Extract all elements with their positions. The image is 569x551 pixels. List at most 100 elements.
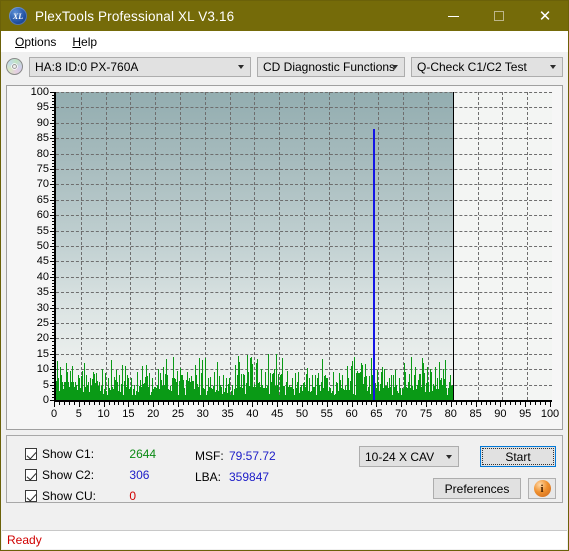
y-axis-minor-tick — [52, 264, 54, 266]
chart-bar-c1 — [221, 388, 223, 400]
x-axis-minor-tick — [430, 402, 432, 405]
y-axis-tick-label: 30 — [36, 301, 49, 314]
y-axis-minor-tick — [52, 227, 54, 229]
x-axis-minor-tick — [207, 402, 209, 405]
x-axis-minor-tick — [108, 402, 110, 405]
menu-item-help[interactable]: Help — [64, 33, 105, 51]
lba-value: 359847 — [229, 470, 270, 484]
chart-bar-c1 — [414, 388, 416, 400]
show-c1-checkbox[interactable] — [25, 448, 37, 460]
y-axis-tick — [50, 92, 54, 93]
chart-bar-c1 — [445, 394, 447, 400]
y-axis-minor-tick — [52, 347, 54, 349]
minimize-button[interactable] — [430, 1, 476, 31]
chart-bar-c1 — [346, 391, 348, 400]
gridline-horizontal — [56, 369, 552, 371]
chart-bar-c1 — [424, 392, 426, 400]
y-axis-tick — [50, 292, 54, 294]
y-axis-tick-label: 100 — [30, 86, 49, 98]
chart-bar-c1 — [175, 386, 177, 400]
chart-bar-c1 — [422, 386, 424, 400]
x-axis-minor-tick — [495, 402, 497, 405]
drive-select[interactable]: HA:8 ID:0 PX-760A — [29, 56, 251, 77]
chart-bar-c1 — [183, 380, 185, 400]
chevron-down-icon — [238, 64, 245, 69]
chart-bar-c1 — [283, 393, 285, 400]
start-button[interactable]: Start — [480, 446, 556, 467]
chart-bar-c1 — [197, 387, 199, 400]
x-axis-minor-tick — [138, 402, 140, 405]
chart-bar-c1 — [393, 387, 395, 400]
x-axis-minor-tick — [68, 402, 70, 405]
y-axis-minor-tick — [52, 150, 54, 152]
y-axis-tick-label: 70 — [36, 178, 49, 191]
chart-bar-c1 — [102, 386, 104, 400]
x-axis-minor-tick — [361, 402, 363, 405]
chart-bar-c1 — [408, 393, 410, 400]
y-axis-minor-tick — [52, 125, 54, 127]
chart-bar-c1 — [231, 394, 233, 400]
chart-bar-c1 — [359, 373, 361, 400]
test-select[interactable]: Q-Check C1/C2 Test — [411, 56, 563, 77]
x-axis-minor-tick — [287, 402, 289, 405]
x-axis-minor-tick — [187, 402, 189, 405]
y-axis-tick — [50, 384, 54, 386]
chart-bar-c1 — [404, 388, 406, 400]
show-cu-checkbox[interactable] — [25, 490, 37, 502]
x-axis-minor-tick — [520, 402, 522, 405]
x-axis-minor-tick — [331, 402, 333, 405]
info-button[interactable]: i — [528, 478, 556, 499]
chart-bar-c1 — [401, 391, 403, 400]
x-axis-minor-tick — [535, 402, 537, 405]
preferences-button[interactable]: Preferences — [433, 478, 521, 499]
chart-bar-c1 — [275, 394, 277, 400]
x-axis-tick-label: 65 — [370, 408, 383, 420]
menu-item-options-label: ptions — [24, 34, 57, 49]
y-axis-tick-label: 15 — [36, 347, 49, 360]
chart-bar-c1 — [230, 391, 232, 400]
chart-bar-c1 — [444, 378, 446, 400]
gridline-horizontal — [56, 122, 552, 124]
chart-bar-c1 — [354, 391, 356, 400]
show-cu-value: 0 — [129, 489, 137, 503]
y-axis-minor-tick — [52, 393, 54, 395]
speed-select[interactable]: 10-24 X CAV — [359, 446, 459, 467]
y-axis-tick-label: 85 — [36, 132, 49, 145]
lba-label: LBA: — [195, 470, 222, 484]
x-axis-minor-tick — [148, 402, 150, 405]
chart-bar-c1 — [356, 394, 358, 400]
chart-bar-c1 — [287, 387, 289, 400]
x-axis-minor-tick — [356, 402, 358, 405]
y-axis-minor-tick — [52, 279, 54, 281]
chart-bar-c1 — [143, 387, 145, 400]
gridline-horizontal — [56, 292, 552, 294]
chart-bar-c1 — [270, 372, 272, 400]
chart-bar-c1 — [56, 381, 58, 400]
y-axis-minor-tick — [52, 319, 54, 321]
chart-bar-c1 — [91, 389, 93, 400]
chart-bar-c1 — [305, 374, 307, 400]
menu-item-options[interactable]: Options — [7, 33, 64, 51]
x-axis-minor-tick — [182, 402, 184, 405]
speed-select-value: 10-24 X CAV — [365, 449, 435, 464]
y-axis-minor-tick — [52, 165, 54, 167]
y-axis-minor-tick — [52, 335, 54, 337]
y-axis-tick-label: 10 — [36, 363, 49, 376]
x-axis-minor-tick — [173, 402, 175, 405]
show-c1-label: Show C1: — [42, 447, 95, 461]
maximize-button[interactable] — [476, 1, 522, 31]
y-axis-minor-tick — [52, 218, 54, 220]
chart-bar-c1 — [215, 392, 217, 400]
y-axis-minor-tick — [52, 236, 54, 238]
app-icon-text: XL — [12, 11, 24, 21]
x-axis-minor-tick — [247, 402, 249, 405]
function-select[interactable]: CD Diagnostic Functions — [257, 56, 405, 77]
chart-bar-c1 — [136, 393, 138, 400]
chart-bar-c1 — [141, 365, 143, 400]
x-axis-minor-tick — [232, 402, 234, 405]
chart-bar-c1 — [201, 394, 202, 400]
close-button[interactable]: ✕ — [522, 1, 568, 31]
show-c2-checkbox[interactable] — [25, 469, 37, 481]
chart-bar-c1 — [116, 370, 118, 400]
x-axis-minor-tick — [545, 402, 547, 405]
